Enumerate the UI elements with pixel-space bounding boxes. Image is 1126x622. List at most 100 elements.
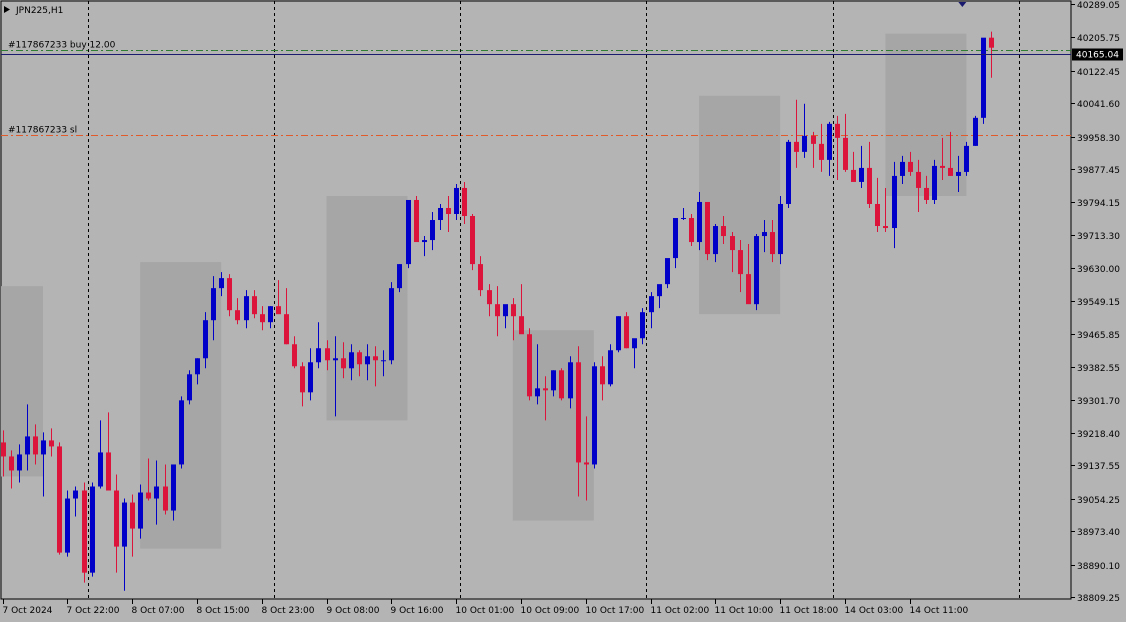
candle-body bbox=[689, 218, 694, 243]
candle-body bbox=[819, 143, 824, 160]
candle-body bbox=[106, 452, 111, 491]
candle-body bbox=[495, 304, 500, 317]
price-tick-label: 39465.85 bbox=[1077, 331, 1120, 341]
candle bbox=[689, 214, 694, 247]
candle-body bbox=[300, 366, 305, 393]
candle-body bbox=[82, 490, 87, 573]
price-tick-label: 40122.45 bbox=[1077, 68, 1120, 78]
time-tick-label: 9 Oct 16:00 bbox=[391, 606, 444, 616]
candle-body bbox=[57, 446, 62, 553]
candle bbox=[665, 258, 670, 289]
price-tick-label: 39218.40 bbox=[1077, 430, 1120, 440]
candle-body bbox=[163, 486, 168, 511]
price-tick-label: 39382.55 bbox=[1077, 364, 1120, 374]
candle-body bbox=[964, 145, 969, 172]
candle-body bbox=[171, 464, 176, 511]
candle-body bbox=[535, 388, 540, 397]
candle-body bbox=[357, 352, 362, 365]
candle-body bbox=[827, 123, 832, 160]
candle-body bbox=[130, 502, 135, 529]
candle-body bbox=[341, 358, 346, 369]
candle-body bbox=[649, 296, 654, 313]
candle-body bbox=[511, 304, 516, 317]
candle-body bbox=[211, 288, 216, 321]
price-tick-label: 39877.45 bbox=[1077, 166, 1120, 176]
time-tick-label: 14 Oct 11:00 bbox=[910, 606, 969, 616]
candle bbox=[592, 362, 597, 469]
candle-body bbox=[559, 370, 564, 399]
candle-body bbox=[462, 187, 467, 217]
candle-body bbox=[705, 201, 710, 255]
candle-body bbox=[349, 352, 354, 369]
candle bbox=[179, 396, 184, 469]
candle-body bbox=[632, 338, 637, 349]
candle-body bbox=[600, 366, 605, 385]
candle-body bbox=[754, 236, 759, 305]
candle-body bbox=[956, 171, 961, 176]
candle bbox=[82, 482, 87, 583]
candle-body bbox=[203, 320, 208, 359]
time-tick-label: 10 Oct 09:00 bbox=[521, 606, 580, 616]
candle-body bbox=[924, 187, 929, 200]
candle-body bbox=[932, 165, 937, 200]
price-tick-label: 40205.75 bbox=[1077, 34, 1120, 44]
candle-body bbox=[519, 316, 524, 335]
price-tick-label: 38809.25 bbox=[1077, 594, 1120, 604]
candle-body bbox=[892, 175, 897, 229]
candle-body bbox=[114, 490, 119, 547]
candle-body bbox=[138, 492, 143, 529]
candle-body bbox=[738, 250, 743, 275]
candle bbox=[470, 214, 475, 271]
candle-body bbox=[916, 171, 921, 188]
candle-body bbox=[446, 207, 451, 215]
candle-body bbox=[235, 310, 240, 321]
time-tick-label: 7 Oct 2024 bbox=[3, 606, 53, 616]
candle-body bbox=[811, 135, 816, 144]
candle-body bbox=[875, 203, 880, 227]
candle-body bbox=[65, 498, 70, 553]
candle-body bbox=[859, 167, 864, 182]
candle bbox=[389, 282, 394, 365]
candle-body bbox=[616, 316, 621, 351]
candle-body bbox=[430, 220, 435, 241]
candle-body bbox=[470, 216, 475, 265]
candle-body bbox=[389, 288, 394, 361]
candle-body bbox=[333, 358, 338, 361]
candle-body bbox=[940, 165, 945, 168]
candle-body bbox=[883, 226, 888, 229]
price-tick-label: 39794.15 bbox=[1077, 199, 1120, 209]
current-price-label: 40165.04 bbox=[1076, 51, 1119, 61]
candle-body bbox=[25, 436, 30, 455]
candle-body bbox=[268, 306, 273, 323]
time-tick-label: 8 Oct 15:00 bbox=[197, 606, 250, 616]
candle-body bbox=[721, 226, 726, 237]
candle-body bbox=[981, 37, 986, 118]
candle bbox=[964, 141, 969, 176]
candle-body bbox=[665, 258, 670, 285]
candle-body bbox=[9, 456, 14, 471]
candle-body bbox=[478, 264, 483, 291]
candle-body bbox=[778, 203, 783, 255]
candle-body bbox=[316, 348, 321, 363]
candle bbox=[57, 442, 62, 555]
price-tick-label: 39549.15 bbox=[1077, 298, 1120, 308]
candle bbox=[414, 195, 419, 243]
candle-body bbox=[551, 370, 556, 391]
candle-body bbox=[746, 274, 751, 305]
candle-body bbox=[835, 123, 840, 138]
candle-body bbox=[292, 344, 297, 367]
chart-canvas[interactable]: #117867233 buy 12.00 #117867233 sl 40289.… bbox=[0, 0, 1126, 622]
candle-body bbox=[624, 316, 629, 349]
symbol-label: JPN225,H1 bbox=[15, 6, 63, 16]
price-tick-label: 40041.60 bbox=[1077, 100, 1120, 110]
candle-body bbox=[365, 356, 370, 365]
candle-body bbox=[179, 400, 184, 465]
time-tick-label: 10 Oct 01:00 bbox=[456, 606, 515, 616]
candle-body bbox=[584, 462, 589, 465]
candle-body bbox=[867, 167, 872, 204]
candle bbox=[227, 274, 232, 317]
session-box bbox=[326, 195, 408, 421]
candle-body bbox=[284, 314, 289, 345]
candle-body bbox=[414, 199, 419, 243]
candle-body bbox=[762, 232, 767, 237]
